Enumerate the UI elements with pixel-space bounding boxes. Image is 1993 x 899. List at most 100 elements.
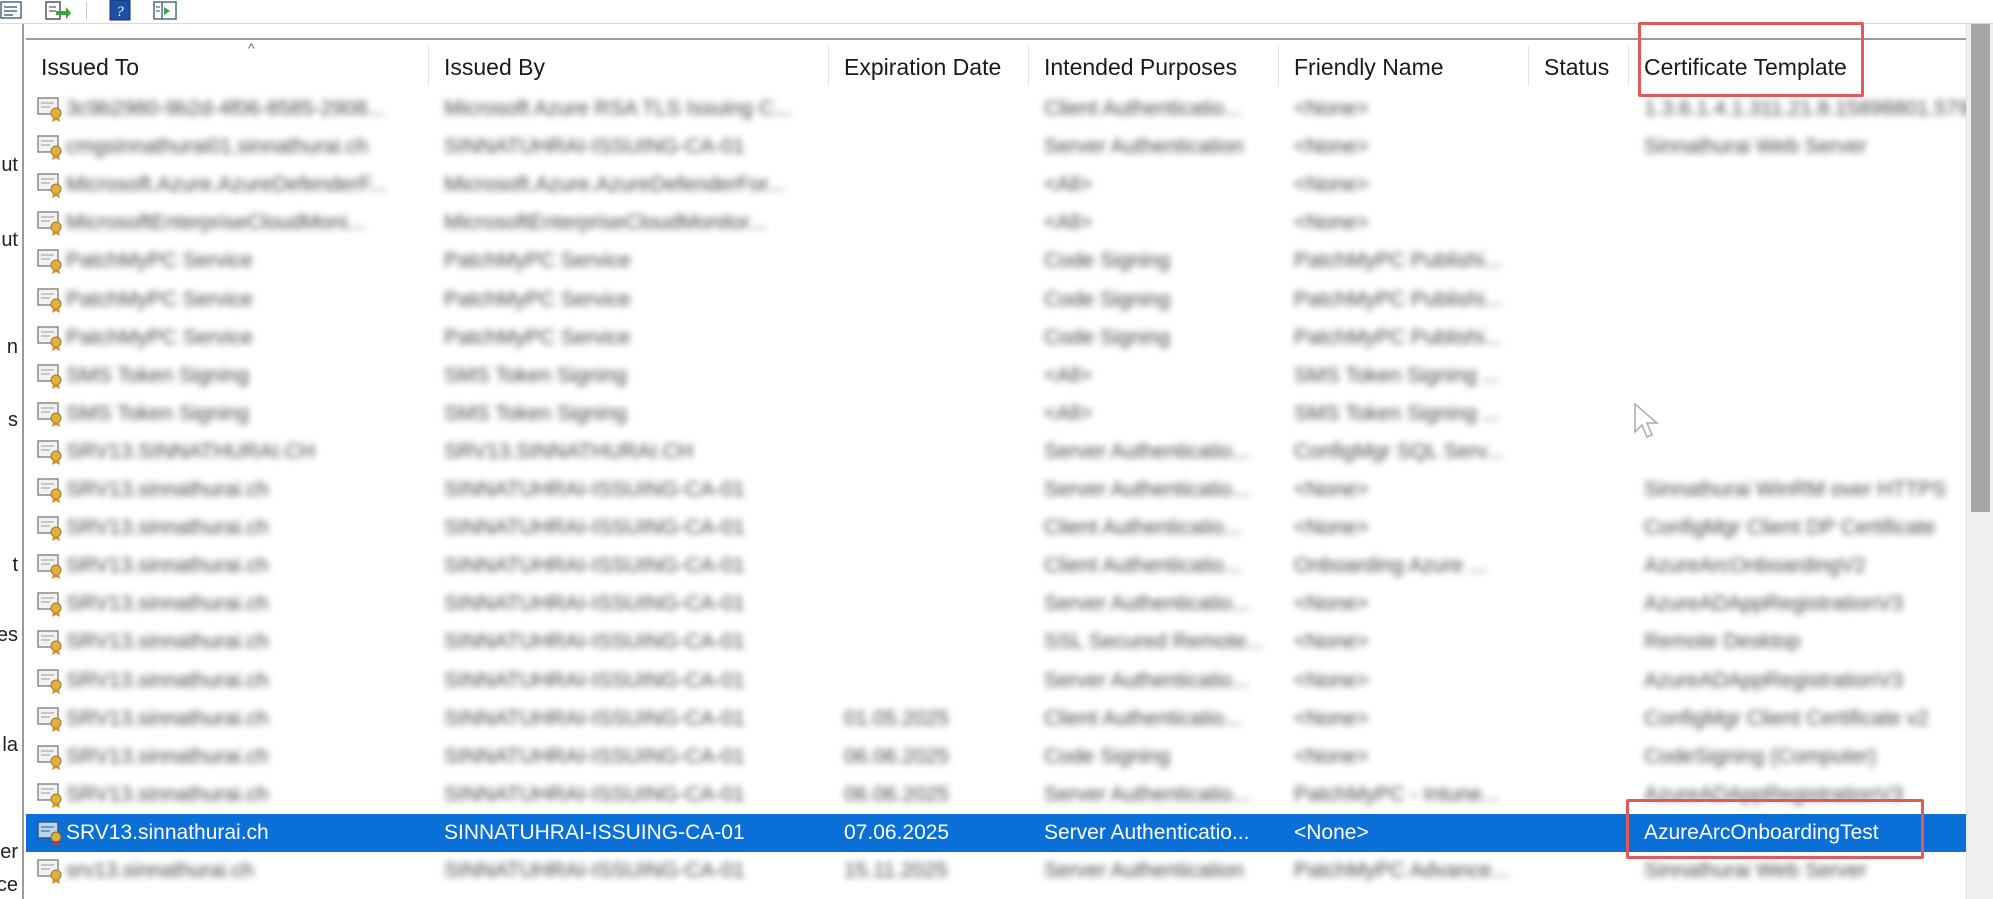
issued-by-cell: Microsoft Azure RSA TLS Issuing C... [444, 97, 792, 120]
expiration-date-cell [844, 90, 1039, 128]
table-row[interactable]: Microsoft.Azure.AzureDefenderF... Microso… [26, 166, 1966, 204]
certificate-list[interactable]: Issued To ^ Issued By Expiration Date In… [26, 38, 1966, 899]
issued-to-cell: SRV13.sinnathurai.ch [66, 592, 269, 616]
highlight-box-header [1638, 22, 1864, 97]
table-row[interactable]: SRV13.sinnathurai.ch SINNATUHRAI-ISSUING-… [26, 662, 1966, 700]
issued-by-cell: PatchMyPC Service [444, 325, 631, 349]
column-header-intended-purposes[interactable]: Intended Purposes [1029, 40, 1279, 86]
issued-by-cell: SINNATUHRAI-ISSUING-CA-01 [444, 668, 745, 692]
issued-by-cell: SMS Token Signing [444, 363, 627, 387]
certificate-template-cell [1644, 357, 1966, 395]
vertical-scrollbar[interactable] [1966, 24, 1993, 899]
column-header-status[interactable]: Status [1529, 40, 1629, 86]
certificate-template-cell: AzureADAppRegistrationV3 [1644, 592, 1904, 616]
issued-to-cell: SRV13.sinnathurai.ch [66, 782, 269, 806]
expiration-date-cell [844, 585, 1039, 623]
intended-purposes-cell: SSL Secured Remote... [1044, 630, 1264, 654]
friendly-name-cell: <None> [1294, 173, 1369, 197]
tree-fragment[interactable]: es [0, 624, 18, 647]
tree-fragment[interactable]: ce [0, 874, 18, 897]
column-header-expiration-date[interactable]: Expiration Date [829, 40, 1029, 86]
intended-purposes-cell: Server Authenticatio... [1044, 592, 1250, 616]
issued-to-cell: PatchMyPC Service [66, 325, 253, 349]
table-row[interactable]: MicrosoftEnterpriseCloudMoni... Microsoft… [26, 204, 1966, 242]
status-cell [1544, 623, 1639, 661]
certificate-template-cell [1644, 395, 1966, 433]
issued-by-cell: SINNATUHRAI-ISSUING-CA-01 [444, 859, 745, 882]
show-hide-console-tree-icon[interactable] [152, 0, 180, 22]
intended-purposes-cell: Server Authenticatio... [1044, 439, 1250, 463]
expiration-date-cell [844, 281, 1039, 319]
certificate-template-cell [1644, 319, 1966, 357]
table-row[interactable]: SRV13.sinnathurai.ch SINNATUHRAI-ISSUING-… [26, 547, 1966, 585]
friendly-name-cell: <None> [1294, 744, 1369, 768]
table-row[interactable]: SRV13.sinnathurai.ch SINNATUHRAI-ISSUING-… [26, 509, 1966, 547]
issued-to-cell: 3c9b2980-9b2d-4f06-8585-2908... [66, 97, 385, 120]
issued-to-cell: cmgsinnathurai01.sinnathurai.ch [66, 135, 369, 159]
toolbar: ? [0, 0, 1993, 24]
friendly-name-cell: <None> [1294, 592, 1369, 616]
table-row[interactable]: cmgsinnathurai01.sinnathurai.ch SINNATUHR… [26, 128, 1966, 166]
export-icon[interactable] [44, 0, 72, 22]
table-row[interactable]: SRV13.sinnathurai.ch SINNATUHRAI-ISSUING-… [26, 700, 1966, 738]
issued-to-cell: srv13.sinnathurai.ch [66, 859, 254, 882]
issued-by-cell: SMS Token Signing [444, 401, 627, 425]
status-cell [1544, 700, 1639, 738]
intended-purposes-cell: Code Signing [1044, 325, 1171, 349]
console-tree-pane[interactable]: ut ut n s t es la er ce [0, 24, 24, 899]
expiration-date-cell: 06.06.2025 [844, 744, 950, 768]
issued-by-cell: SINNATUHRAI-ISSUING-CA-01 [444, 592, 745, 616]
friendly-name-cell: <None> [1294, 211, 1369, 235]
certificate-template-cell: ConfigMgr Client Certificate v2 [1644, 706, 1929, 730]
issued-to-cell: PatchMyPC Service [66, 249, 253, 273]
friendly-name-cell: ConfigMgr SQL Serv... [1294, 439, 1503, 463]
status-cell [1544, 204, 1639, 242]
expiration-date-cell [844, 242, 1039, 280]
table-row[interactable]: SRV13.sinnathurai.ch SINNATUHRAI-ISSUING-… [26, 738, 1966, 776]
status-cell [1544, 319, 1639, 357]
tree-fragment[interactable]: ut [1, 229, 18, 252]
issued-to-cell: SMS Token Signing [66, 401, 249, 425]
issued-to-cell: SRV13.sinnathurai.ch [66, 554, 269, 578]
tree-fragment[interactable]: t [12, 554, 18, 577]
tree-fragment[interactable]: la [2, 734, 18, 757]
issued-to-cell: SRV13.sinnathurai.ch [66, 820, 269, 844]
column-header-issued-to[interactable]: Issued To [26, 40, 429, 86]
issued-by-cell: SINNATUHRAI-ISSUING-CA-01 [444, 820, 745, 844]
tree-fragment[interactable]: er [0, 841, 18, 864]
issued-to-cell: SRV13.sinnathurai.ch [66, 744, 269, 768]
scrollbar-thumb[interactable] [1971, 24, 1990, 512]
status-cell [1544, 509, 1639, 547]
tree-fragment[interactable]: s [8, 409, 18, 432]
intended-purposes-cell: Server Authenticatio... [1044, 668, 1250, 692]
column-header-friendly-name[interactable]: Friendly Name [1279, 40, 1529, 86]
table-row[interactable]: SMS Token Signing SMS Token Signing <All> S… [26, 357, 1966, 395]
issued-by-cell: SINNATUHRAI-ISSUING-CA-01 [444, 135, 745, 159]
issued-to-cell: SRV13.sinnathurai.ch [66, 478, 269, 501]
expiration-date-cell: 07.06.2025 [844, 820, 950, 844]
properties-icon[interactable] [0, 0, 28, 22]
tree-fragment[interactable]: ut [1, 154, 18, 177]
table-row[interactable]: SRV13.sinnathurai.ch SINNATUHRAI-ISSUING-… [26, 471, 1966, 509]
issued-to-cell: SRV13.sinnathurai.ch [66, 668, 269, 692]
expiration-date-cell [844, 433, 1039, 471]
table-row[interactable]: SRV13.sinnathurai.ch SINNATUHRAI-ISSUING-… [26, 623, 1966, 661]
expiration-date-cell [844, 623, 1039, 661]
table-row[interactable]: SRV13.SINNATHURAI.CH SRV13.SINNATHURAI.CH… [26, 433, 1966, 471]
table-row[interactable]: SRV13.sinnathurai.ch SINNATUHRAI-ISSUING-… [26, 585, 1966, 623]
expiration-date-cell [844, 128, 1039, 166]
table-row[interactable]: SMS Token Signing SMS Token Signing <All> S… [26, 395, 1966, 433]
table-row[interactable]: PatchMyPC Service PatchMyPC Service Code S… [26, 281, 1966, 319]
intended-purposes-cell: Server Authenticatio... [1044, 478, 1250, 501]
issued-by-cell: SINNATUHRAI-ISSUING-CA-01 [444, 706, 745, 730]
help-icon[interactable]: ? [108, 0, 136, 22]
tree-fragment[interactable]: n [7, 336, 18, 359]
sort-ascending-icon: ^ [248, 40, 255, 56]
issued-by-cell: PatchMyPC Service [444, 249, 631, 273]
expiration-date-cell: 06.06.2025 [844, 782, 950, 806]
column-header-issued-by[interactable]: Issued By [429, 40, 829, 86]
certificate-template-cell: CodeSigning (Computer) [1644, 744, 1877, 768]
table-row[interactable]: PatchMyPC Service PatchMyPC Service Code S… [26, 319, 1966, 357]
status-cell [1544, 128, 1639, 166]
table-row[interactable]: PatchMyPC Service PatchMyPC Service Code S… [26, 242, 1966, 280]
